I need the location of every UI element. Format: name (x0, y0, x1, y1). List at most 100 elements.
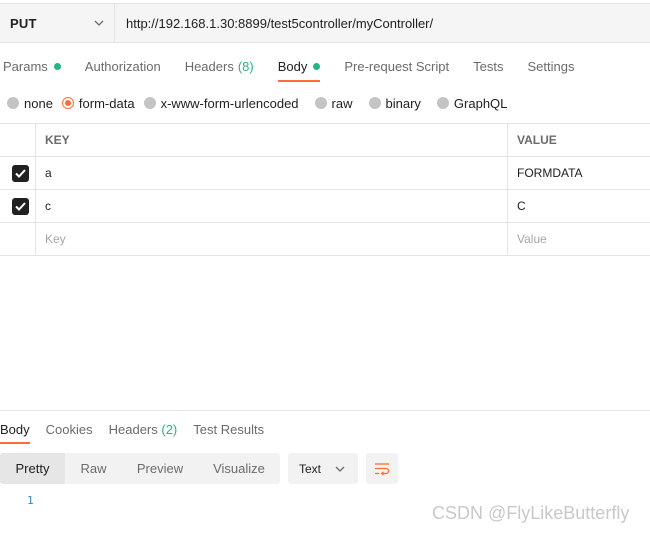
view-preview-button[interactable]: Preview (122, 453, 198, 484)
radio-label: binary (385, 95, 421, 111)
new-key-input[interactable]: Key (36, 223, 508, 255)
value-input[interactable]: FORMDATA (508, 157, 650, 189)
tab-label: Cookies (45, 421, 93, 437)
tab-authorization[interactable]: Authorization (85, 52, 161, 83)
check-icon (15, 201, 26, 211)
table-header-row: KEY VALUE (0, 124, 650, 157)
view-mode-group: Pretty Raw Preview Visualize (0, 453, 280, 484)
response-tab-headers[interactable]: Headers (2) (109, 416, 178, 443)
method-select[interactable]: PUT (0, 4, 115, 42)
header-key-cell: KEY (36, 124, 508, 156)
request-tabs: Params Authorization Headers (8) Body Pr… (0, 52, 598, 84)
format-select[interactable]: Text (288, 453, 358, 484)
key-placeholder: Key (45, 232, 66, 246)
tab-settings[interactable]: Settings (527, 52, 574, 83)
response-tab-test-results[interactable]: Test Results (193, 416, 264, 443)
tab-body[interactable]: Body (277, 52, 321, 83)
radio-raw[interactable]: raw (314, 95, 353, 111)
value-text: C (517, 199, 526, 213)
radio-none[interactable]: none (7, 96, 53, 111)
url-input[interactable]: http://192.168.1.30:8899/test5controller… (115, 4, 650, 42)
radio-label: GraphQL (453, 95, 508, 111)
wrap-lines-icon (375, 462, 390, 476)
radio-circle (7, 97, 19, 109)
value-input[interactable]: C (508, 190, 650, 222)
tab-tests[interactable]: Tests (473, 52, 503, 83)
row-checkbox[interactable] (12, 197, 29, 215)
radio-binary[interactable]: binary (368, 95, 421, 111)
response-tab-body[interactable]: Body (0, 416, 30, 444)
tab-params[interactable]: Params (3, 52, 61, 83)
key-text: a (45, 166, 52, 180)
tab-label: Pre-request Script (344, 59, 450, 74)
radio-circle (143, 97, 156, 109)
tab-label: Tests (473, 59, 504, 74)
row-check-cell (0, 157, 36, 189)
chevron-down-icon (335, 464, 345, 474)
response-tabs: Body Cookies Headers (2) Test Results (0, 411, 650, 445)
header-check-cell (0, 124, 36, 156)
radio-label: x-www-form-urlencoded (160, 95, 299, 111)
radio-x-www-form-urlencoded[interactable]: x-www-form-urlencoded (143, 95, 299, 111)
view-visualize-button[interactable]: Visualize (198, 453, 280, 484)
tab-count: (8) (237, 59, 254, 74)
radio-circle (314, 97, 327, 109)
key-input[interactable]: c (36, 190, 508, 222)
status-dot-icon (313, 63, 321, 70)
row-checkbox[interactable] (12, 164, 29, 182)
new-value-input[interactable]: Value (508, 223, 650, 255)
key-text: c (45, 199, 51, 213)
line-number: 1 (27, 494, 34, 507)
tab-count: (2) (161, 421, 178, 437)
view-raw-button[interactable]: Raw (65, 453, 122, 484)
radio-form-data[interactable]: form-data (61, 95, 135, 111)
value-placeholder: Value (517, 232, 547, 246)
request-bar: PUT http://192.168.1.30:8899/test5contro… (0, 3, 650, 43)
tab-label: Authorization (84, 59, 161, 74)
table-row-new: Key Value (0, 223, 650, 256)
tab-label: Settings (527, 59, 575, 74)
status-dot-icon (53, 63, 61, 70)
column-header-value: VALUE (517, 133, 557, 147)
radio-label: raw (331, 95, 353, 111)
check-icon (15, 168, 26, 178)
format-label: Text (299, 461, 322, 476)
tab-label: Params (3, 59, 48, 74)
watermark: CSDN @FlyLikeButterfly (432, 503, 630, 523)
table-row: a FORMDATA (0, 157, 650, 190)
form-data-table: KEY VALUE a FORMDATA c C Key Value (0, 123, 650, 256)
tab-pre-request-script[interactable]: Pre-request Script (344, 52, 449, 83)
wrap-lines-button[interactable] (366, 453, 398, 484)
tab-label: Headers (184, 59, 234, 74)
radio-graphql[interactable]: GraphQL (436, 95, 508, 111)
row-check-cell (0, 190, 36, 222)
radio-label: form-data (78, 95, 135, 111)
tab-headers[interactable]: Headers (8) (185, 52, 254, 83)
chevron-down-icon (94, 18, 104, 28)
radio-circle (368, 97, 381, 109)
body-type-radio-group: none form-data x-www-form-urlencoded raw… (0, 93, 516, 113)
radio-circle (436, 97, 449, 109)
key-input[interactable]: a (36, 157, 508, 189)
table-row: c C (0, 190, 650, 223)
method-label: PUT (10, 15, 37, 31)
button-label: Preview (136, 461, 184, 476)
tab-label: Test Results (193, 421, 265, 437)
tab-label: Body (0, 421, 30, 437)
response-panel: Body Cookies Headers (2) Test Results Pr… (0, 410, 650, 484)
button-label: Visualize (213, 461, 265, 476)
tab-label: Body (277, 59, 308, 74)
value-text: FORMDATA (517, 166, 583, 180)
view-pretty-button[interactable]: Pretty (0, 453, 65, 484)
response-toolbar: Pretty Raw Preview Visualize Text (0, 453, 398, 484)
header-value-cell: VALUE (508, 124, 650, 156)
response-tab-cookies[interactable]: Cookies (46, 416, 93, 443)
response-code-area: 1 (0, 494, 34, 507)
radio-label: none (24, 95, 53, 111)
button-label: Raw (80, 461, 107, 476)
row-check-cell (0, 223, 36, 255)
button-label: Pretty (15, 461, 50, 476)
radio-circle-selected (61, 97, 74, 109)
tab-label: Headers (108, 421, 158, 437)
column-header-key: KEY (45, 133, 70, 147)
